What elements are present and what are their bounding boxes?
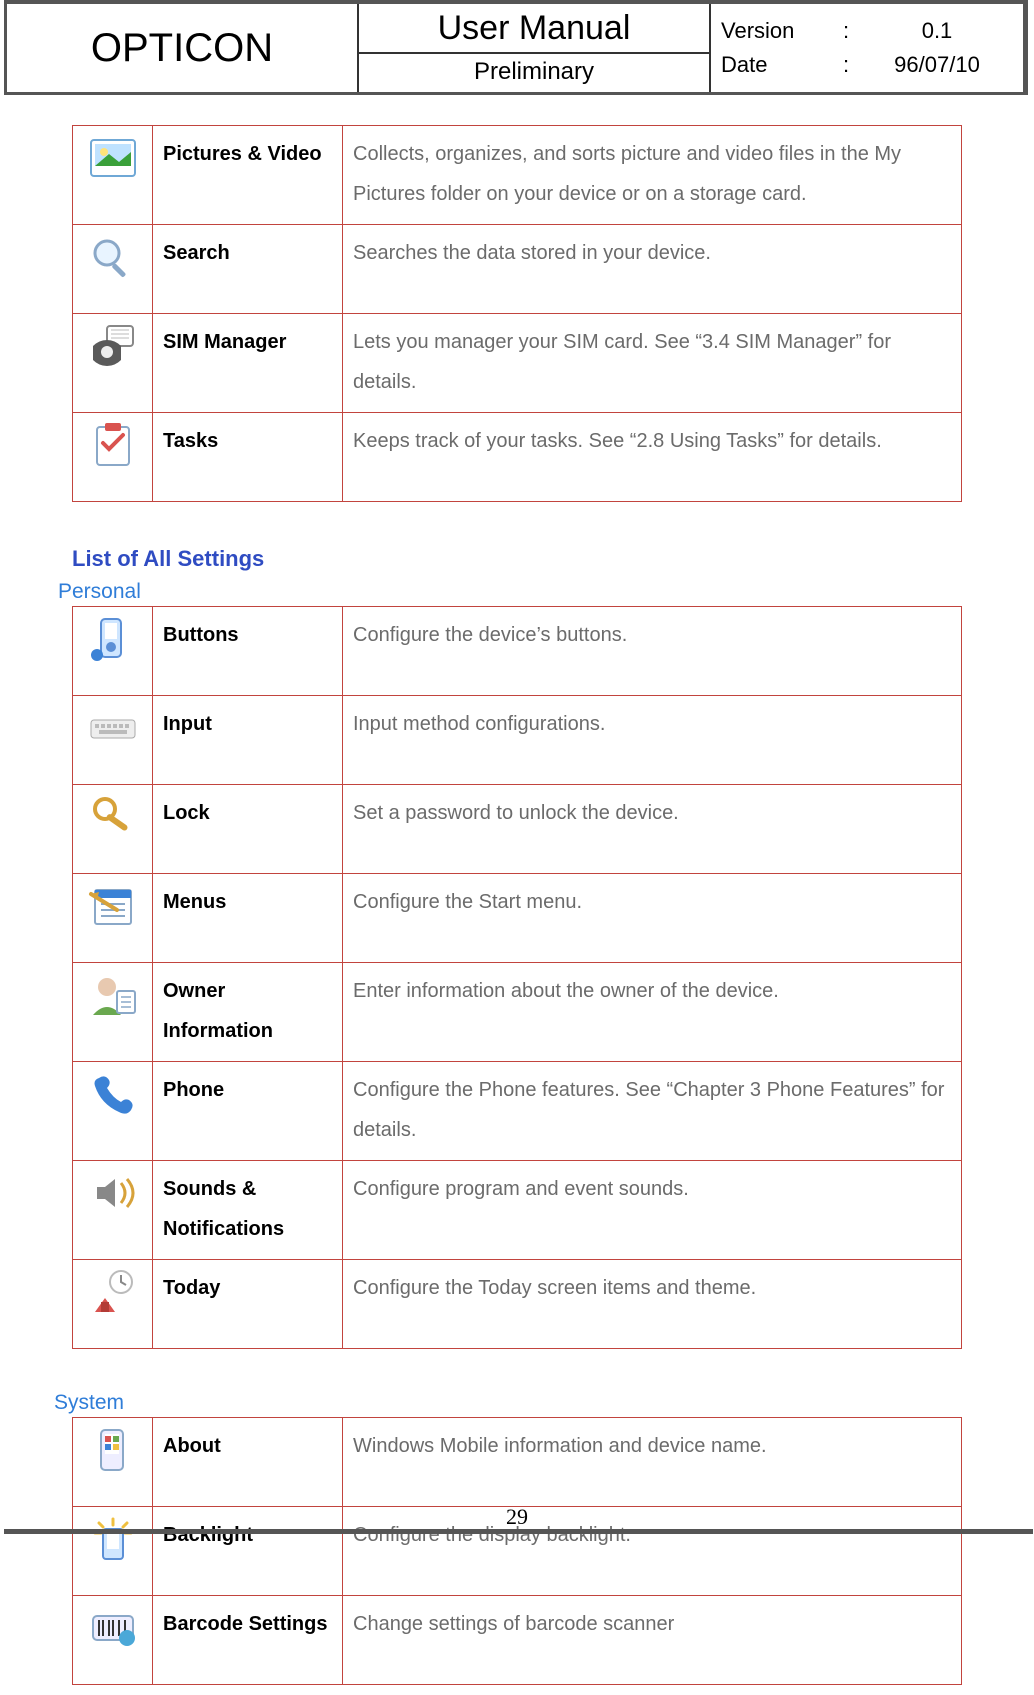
- manual-title: User Manual: [359, 4, 709, 54]
- setting-desc: Configure the Phone features. See “Chapt…: [343, 1062, 962, 1161]
- owner-info-icon: [87, 971, 139, 1019]
- table-row: Tasks Keeps track of your tasks. See “2.…: [73, 413, 962, 502]
- table-row: Sounds & Notifications Configure program…: [73, 1161, 962, 1260]
- doc-meta: Version : 0.1 Date : 96/07/10: [711, 4, 1023, 92]
- table-row: Phone Configure the Phone features. See …: [73, 1062, 962, 1161]
- table-row: Owner Information Enter information abou…: [73, 963, 962, 1062]
- setting-name: Phone: [153, 1062, 343, 1161]
- program-name: SIM Manager: [153, 314, 343, 413]
- table-row: Pictures & Video Collects, organizes, an…: [73, 126, 962, 225]
- input-icon: [87, 704, 139, 752]
- table-row: About Windows Mobile information and dev…: [73, 1418, 962, 1507]
- date-colon: :: [831, 52, 861, 78]
- program-name: Search: [153, 225, 343, 314]
- pictures-icon: [87, 134, 139, 182]
- settings-personal-table: Buttons Configure the device’s buttons. …: [72, 606, 962, 1349]
- setting-desc: Configure the device’s buttons.: [343, 607, 962, 696]
- setting-name: Menus: [153, 874, 343, 963]
- table-row: Barcode Settings Change settings of barc…: [73, 1596, 962, 1685]
- program-desc: Searches the data stored in your device.: [343, 225, 962, 314]
- date-value: 96/07/10: [861, 52, 1013, 78]
- manual-subtitle: Preliminary: [359, 54, 709, 92]
- program-name: Pictures & Video: [153, 126, 343, 225]
- settings-personal-heading: Personal: [58, 580, 962, 604]
- setting-desc: Configure program and event sounds.: [343, 1161, 962, 1260]
- search-icon: [87, 233, 139, 281]
- sounds-icon: [87, 1169, 139, 1217]
- settings-system-table: About Windows Mobile information and dev…: [72, 1417, 962, 1685]
- about-icon: [87, 1426, 139, 1474]
- barcode-icon: [87, 1604, 139, 1652]
- today-icon: [87, 1268, 139, 1316]
- company-name: OPTICON: [7, 4, 359, 92]
- page-number: 29: [0, 1504, 1034, 1530]
- table-row: Today Configure the Today screen items a…: [73, 1260, 962, 1349]
- buttons-icon: [87, 615, 139, 663]
- setting-desc: Input method configurations.: [343, 696, 962, 785]
- program-name: Tasks: [153, 413, 343, 502]
- setting-name: Today: [153, 1260, 343, 1349]
- table-row: SIM Manager Lets you manager your SIM ca…: [73, 314, 962, 413]
- lock-icon: [87, 793, 139, 841]
- version-label: Version: [721, 18, 831, 44]
- programs-table: Pictures & Video Collects, organizes, an…: [72, 125, 962, 502]
- document-header: OPTICON User Manual Preliminary Version …: [4, 0, 1028, 95]
- setting-name: About: [153, 1418, 343, 1507]
- setting-desc: Enter information about the owner of the…: [343, 963, 962, 1062]
- settings-system-heading: System: [54, 1391, 962, 1415]
- table-row: Input Input method configurations.: [73, 696, 962, 785]
- version-value: 0.1: [861, 18, 1013, 44]
- setting-name: Input: [153, 696, 343, 785]
- table-row: Menus Configure the Start menu.: [73, 874, 962, 963]
- menus-icon: [87, 882, 139, 930]
- table-row: Lock Set a password to unlock the device…: [73, 785, 962, 874]
- sim-manager-icon: [87, 322, 139, 370]
- program-desc: Collects, organizes, and sorts picture a…: [343, 126, 962, 225]
- setting-name: Lock: [153, 785, 343, 874]
- setting-desc: Change settings of barcode scanner: [343, 1596, 962, 1685]
- settings-heading: List of All Settings: [72, 546, 962, 572]
- setting-desc: Configure the Start menu.: [343, 874, 962, 963]
- setting-name: Buttons: [153, 607, 343, 696]
- setting-desc: Windows Mobile information and device na…: [343, 1418, 962, 1507]
- version-colon: :: [831, 18, 861, 44]
- setting-desc: Set a password to unlock the device.: [343, 785, 962, 874]
- table-row: Buttons Configure the device’s buttons.: [73, 607, 962, 696]
- setting-desc: Configure the Today screen items and the…: [343, 1260, 962, 1349]
- phone-icon: [87, 1070, 139, 1118]
- setting-name: Sounds & Notifications: [153, 1161, 343, 1260]
- program-desc: Keeps track of your tasks. See “2.8 Usin…: [343, 413, 962, 502]
- setting-name: Owner Information: [153, 963, 343, 1062]
- title-column: User Manual Preliminary: [359, 4, 711, 92]
- table-row: Search Searches the data stored in your …: [73, 225, 962, 314]
- setting-name: Barcode Settings: [153, 1596, 343, 1685]
- tasks-icon: [87, 421, 139, 469]
- date-label: Date: [721, 52, 831, 78]
- footer-rule: [4, 1529, 1033, 1534]
- program-desc: Lets you manager your SIM card. See “3.4…: [343, 314, 962, 413]
